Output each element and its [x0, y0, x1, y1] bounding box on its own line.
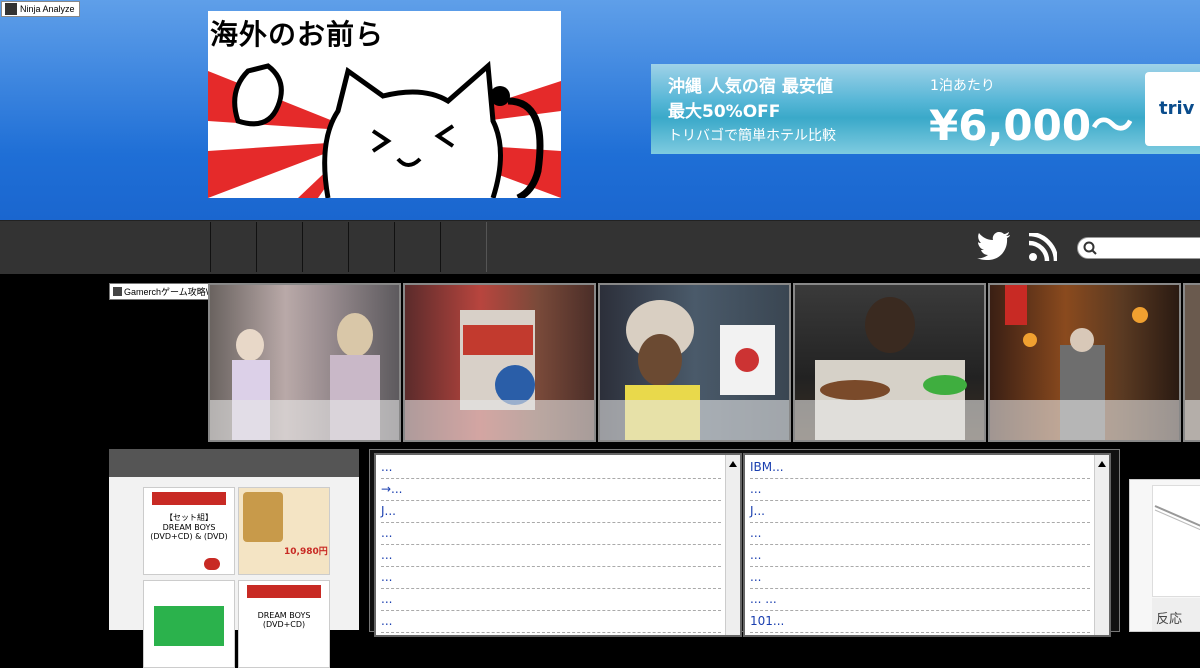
article-thumbnail-6[interactable] [1183, 283, 1200, 442]
thumbnail-caption [1185, 400, 1200, 440]
nav-item-5[interactable] [394, 222, 441, 272]
thumbnail-caption [600, 400, 789, 440]
product-card-2[interactable]: 10,980円 [238, 487, 330, 575]
ad-headline: 沖縄 人気の宿 最安値 [668, 77, 833, 97]
product-text: DREAM BOYS (DVD+CD) [257, 611, 311, 629]
scroll-up-arrow-icon[interactable] [1098, 461, 1106, 467]
product-image [243, 492, 283, 542]
rss-icon[interactable] [1029, 233, 1057, 261]
ninja-label: Ninja Analyze [20, 4, 75, 14]
trivago-ad-banner[interactable]: 沖縄 人気の宿 最安値 最大50%OFF トリバゴで簡単ホテル比較 1泊あたり … [651, 64, 1200, 154]
ad-brand-logo: triv [1145, 72, 1200, 146]
ad-price: ¥6,000～ [929, 101, 1134, 150]
nav-item-3[interactable] [302, 222, 349, 272]
left-sidebar-widget: 【セット組】 DREAM BOYS (DVD+CD) & (DVD) 10,98… [109, 449, 359, 668]
gamerch-icon [113, 287, 122, 296]
product-banner [247, 585, 321, 598]
ad-brand-text: triv [1159, 98, 1195, 119]
link-list-left[interactable]: ... →... J... ... ... ... ... ... [374, 453, 742, 637]
nav-bar [0, 220, 1200, 274]
article-thumbnail-4[interactable] [793, 283, 986, 442]
product-card-4[interactable]: DREAM BOYS (DVD+CD) [238, 580, 330, 668]
product-card-3[interactable] [143, 580, 235, 668]
thumbnail-caption [210, 400, 399, 440]
list-item[interactable]: ... [381, 589, 721, 611]
thumbnail-caption [990, 400, 1179, 440]
product-text: 【セット組】 DREAM BOYS (DVD+CD) & (DVD) [150, 513, 228, 541]
widget-graphic [1154, 505, 1200, 531]
product-price: 10,980円 [284, 547, 328, 557]
article-thumbnail-1[interactable] [208, 283, 401, 442]
scroll-up-arrow-icon[interactable] [729, 461, 737, 467]
list-item[interactable]: ... ... [750, 589, 1090, 611]
list-item[interactable]: ... [750, 567, 1090, 589]
right-sidebar-widget: 反応 [1129, 479, 1200, 632]
product-badge [204, 558, 220, 570]
nav-item-1[interactable] [210, 222, 257, 272]
link-list-right[interactable]: IBM... ... J... ... ... ... ... ... 101.… [743, 453, 1111, 637]
widget-reaction-label: 反応 [1156, 612, 1183, 627]
list-item[interactable]: ... [750, 545, 1090, 567]
list-item[interactable]: ... [381, 457, 721, 479]
list-item[interactable]: ... [750, 479, 1090, 501]
list-item[interactable]: ... [381, 523, 721, 545]
list-item[interactable]: ... [381, 545, 721, 567]
article-thumbnail-3[interactable] [598, 283, 791, 442]
widget-image[interactable] [1152, 485, 1200, 597]
nav-item-4[interactable] [348, 222, 395, 272]
ad-tagline: トリバゴで簡単ホテル比較 [668, 128, 836, 144]
thumbnail-caption [405, 400, 594, 440]
search-input[interactable] [1077, 237, 1200, 259]
link-list-container: ... →... J... ... ... ... ... ... IBM...… [369, 449, 1120, 637]
article-thumbnail-2[interactable] [403, 283, 596, 442]
list-item[interactable]: J... [750, 501, 1090, 523]
site-logo[interactable]: 海外のお前ら [208, 11, 561, 198]
list-item[interactable]: ... [750, 523, 1090, 545]
product-banner [152, 492, 226, 505]
list-item[interactable]: J... [381, 501, 721, 523]
scrollbar[interactable] [1094, 455, 1109, 635]
nav-item-6[interactable] [440, 222, 487, 272]
nav-item-2[interactable] [256, 222, 303, 272]
product-card-1[interactable]: 【セット組】 DREAM BOYS (DVD+CD) & (DVD) [143, 487, 235, 575]
ninja-analyze-badge[interactable]: Ninja Analyze [1, 1, 80, 17]
list-item[interactable]: →... [381, 479, 721, 501]
list-item[interactable]: ... [381, 567, 721, 589]
ad-discount: 最大50%OFF [668, 102, 781, 122]
article-thumbnail-5[interactable] [988, 283, 1181, 442]
widget-header [109, 449, 359, 477]
logo-title: 海外のお前ら [210, 18, 385, 51]
ninja-icon [5, 3, 17, 15]
search-icon [1083, 241, 1097, 255]
product-image [154, 606, 224, 646]
scrollbar[interactable] [725, 455, 740, 635]
thumbnail-caption [795, 400, 984, 440]
twitter-icon[interactable] [977, 232, 1011, 260]
list-item[interactable]: IBM... [750, 457, 1090, 479]
